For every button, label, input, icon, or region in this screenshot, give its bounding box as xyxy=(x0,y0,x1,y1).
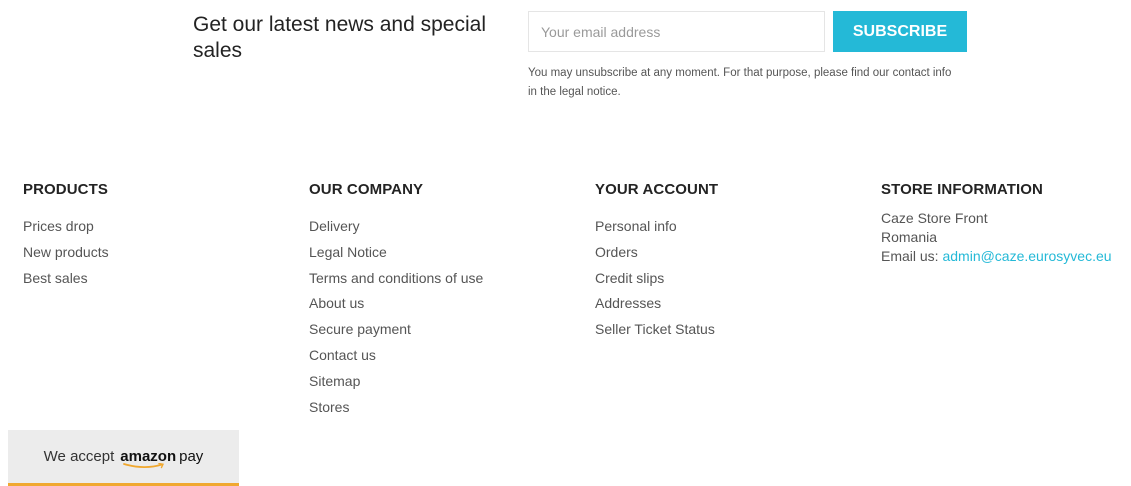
badge-suffix: pay xyxy=(179,448,204,465)
store-email-label: Email us: xyxy=(881,248,943,264)
link-legal-notice[interactable]: Legal Notice xyxy=(309,244,387,260)
newsletter-form: SUBSCRIBE xyxy=(528,11,967,52)
store-email-row: Email us: admin@caze.eurosyvec.eu xyxy=(881,247,1112,266)
products-title: PRODUCTS xyxy=(23,181,108,198)
amazon-pay-badge[interactable]: We accept amazon pay xyxy=(8,430,239,486)
amazon-smile-icon xyxy=(123,463,165,469)
link-about-us[interactable]: About us xyxy=(309,295,364,311)
account-links: Personal info Orders Credit slips Addres… xyxy=(595,214,718,343)
unsubscribe-note: You may unsubscribe at any moment. For t… xyxy=(528,67,952,98)
link-new-products[interactable]: New products xyxy=(23,244,109,260)
amazon-logo: amazon xyxy=(120,448,176,469)
link-orders[interactable]: Orders xyxy=(595,244,638,260)
footer-company-column: OUR COMPANY Delivery Legal Notice Terms … xyxy=(309,180,483,420)
store-email-link[interactable]: admin@caze.eurosyvec.eu xyxy=(942,248,1111,264)
link-seller-ticket-status[interactable]: Seller Ticket Status xyxy=(595,321,715,337)
link-sitemap[interactable]: Sitemap xyxy=(309,373,360,389)
company-title: OUR COMPANY xyxy=(309,181,424,198)
footer-account-column: YOUR ACCOUNT Personal info Orders Credit… xyxy=(595,180,718,343)
link-credit-slips[interactable]: Credit slips xyxy=(595,270,664,286)
store-title: STORE INFORMATION xyxy=(881,181,1043,198)
link-addresses[interactable]: Addresses xyxy=(595,295,661,311)
footer-products-column: PRODUCTS Prices drop New products Best s… xyxy=(23,180,109,291)
store-details: Caze Store Front Romania Email us: admin… xyxy=(881,209,1112,266)
link-stores[interactable]: Stores xyxy=(309,399,349,415)
subscribe-button[interactable]: SUBSCRIBE xyxy=(833,11,967,52)
link-terms[interactable]: Terms and conditions of use xyxy=(309,270,483,286)
link-contact-us[interactable]: Contact us xyxy=(309,347,376,363)
footer-store-column: STORE INFORMATION Caze Store Front Roman… xyxy=(881,180,1112,266)
link-delivery[interactable]: Delivery xyxy=(309,218,360,234)
link-personal-info[interactable]: Personal info xyxy=(595,218,677,234)
link-best-sales[interactable]: Best sales xyxy=(23,270,88,286)
store-country: Romania xyxy=(881,229,938,245)
email-input[interactable] xyxy=(528,11,825,52)
newsletter-heading: Get our latest news and special sales xyxy=(193,13,486,62)
company-links: Delivery Legal Notice Terms and conditio… xyxy=(309,214,483,420)
products-links: Prices drop New products Best sales xyxy=(23,214,109,291)
link-prices-drop[interactable]: Prices drop xyxy=(23,218,94,234)
badge-prefix: We accept xyxy=(43,448,115,465)
link-secure-payment[interactable]: Secure payment xyxy=(309,321,411,337)
store-name: Caze Store Front xyxy=(881,210,988,226)
account-title: YOUR ACCOUNT xyxy=(595,181,719,198)
